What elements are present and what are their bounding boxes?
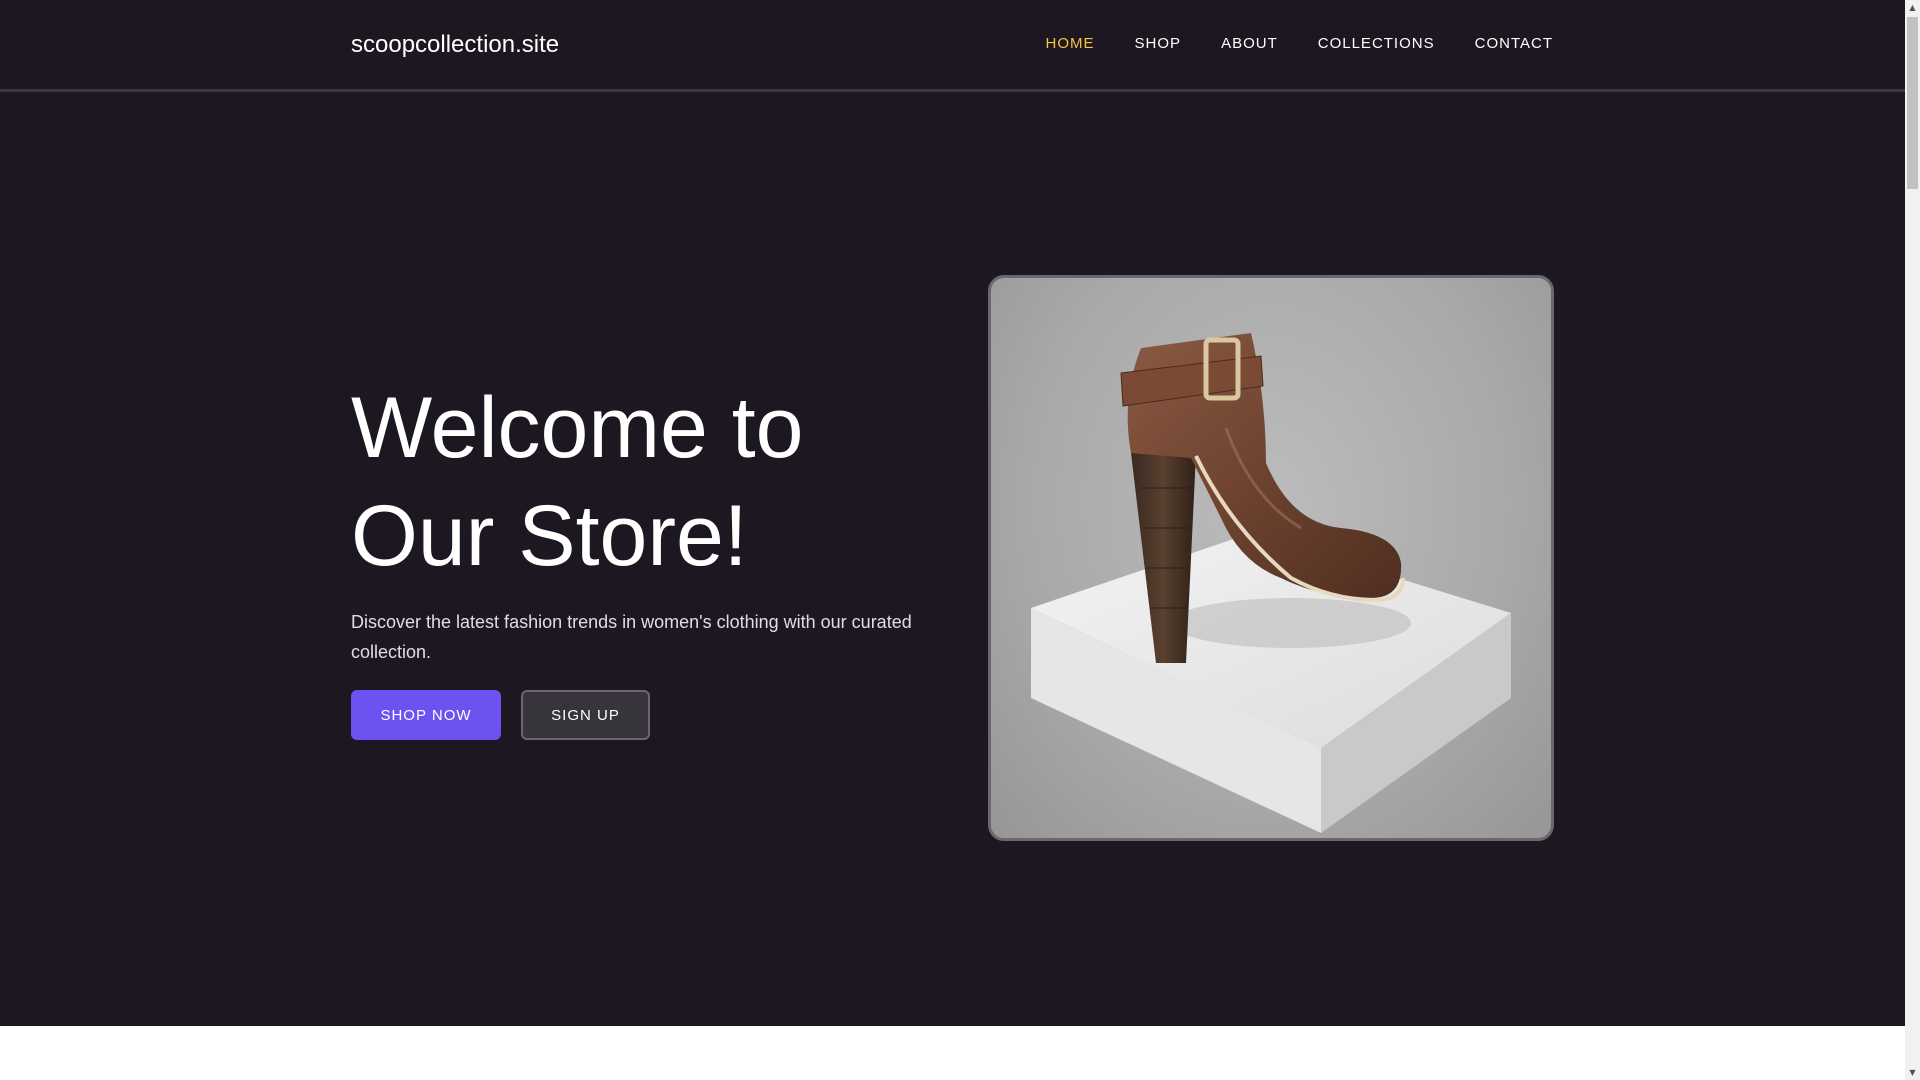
nav-item-contact[interactable]: CONTACT: [1475, 34, 1553, 54]
hero-title-line-2: Our Store!: [351, 488, 748, 584]
chevron-down-icon[interactable]: ▼: [1905, 1065, 1920, 1080]
page-scrollbar[interactable]: ▲ ▼: [1905, 0, 1920, 1080]
scrollbar-thumb[interactable]: [1907, 17, 1918, 189]
sign-up-button[interactable]: SIGN UP: [521, 690, 650, 740]
hero-section: Welcome to Our Store! Discover the lates…: [0, 92, 1905, 1026]
page-content: scoopcollection.site HOME SHOP ABOUT COL…: [0, 0, 1905, 1080]
ankle-boot-illustration: [1031, 333, 1511, 833]
hero-product-image: [988, 275, 1554, 841]
site-header: scoopcollection.site HOME SHOP ABOUT COL…: [0, 0, 1905, 92]
shop-now-button[interactable]: SHOP NOW: [351, 690, 501, 740]
hero-title-line-1: Welcome to: [351, 380, 804, 476]
chevron-up-icon[interactable]: ▲: [1905, 0, 1920, 15]
page: scoopcollection.site HOME SHOP ABOUT COL…: [0, 0, 1920, 1080]
nav-item-shop[interactable]: SHOP: [1135, 34, 1182, 54]
hero-subtitle: Discover the latest fashion trends in wo…: [351, 612, 912, 662]
main-nav: HOME SHOP ABOUT COLLECTIONS CONTACT: [1006, 34, 1553, 54]
site-logo-link[interactable]: scoopcollection.site: [351, 28, 559, 62]
nav-item-collections[interactable]: COLLECTIONS: [1318, 34, 1435, 54]
hero-title: Welcome to Our Store!: [351, 374, 951, 590]
nav-item-about[interactable]: ABOUT: [1221, 34, 1278, 54]
next-section: [0, 1026, 1905, 1080]
nav-item-home[interactable]: HOME: [1046, 34, 1095, 54]
